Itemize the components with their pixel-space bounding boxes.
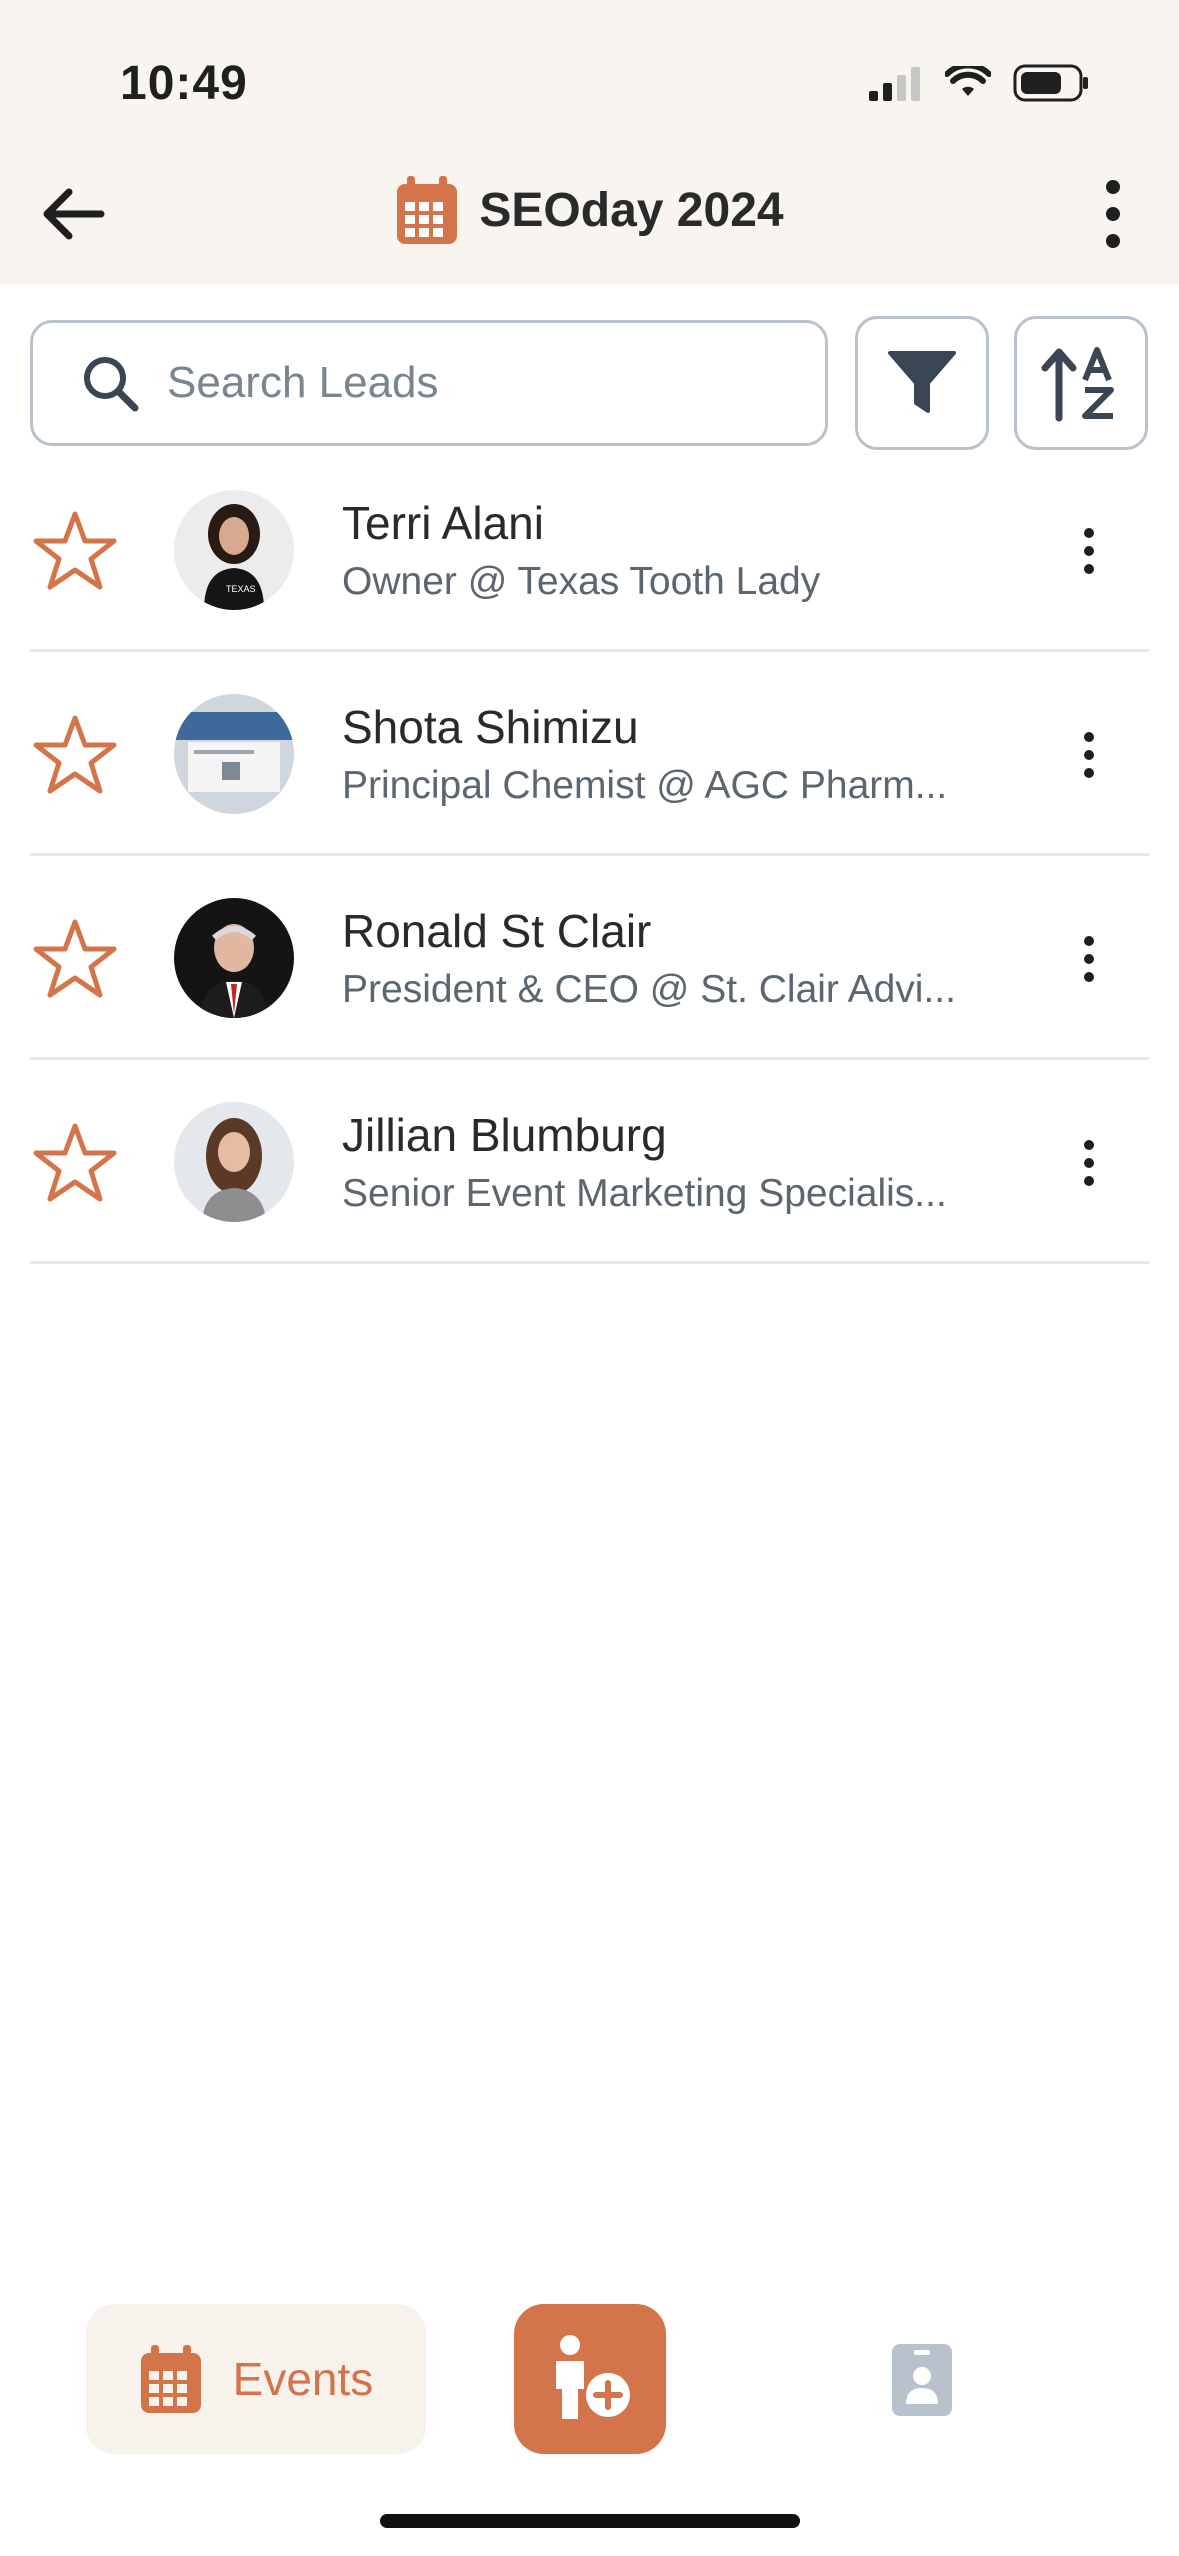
star-outline-icon[interactable]	[32, 712, 118, 798]
search-icon	[84, 357, 139, 412]
calendar-icon	[397, 176, 458, 244]
add-person-icon	[556, 2335, 630, 2419]
status-icons	[867, 64, 1089, 102]
avatar: TEXAS	[174, 490, 294, 610]
avatar	[174, 1102, 294, 1222]
list-item[interactable]: Ronald St Clair President & CEO @ St. Cl…	[30, 856, 1149, 1060]
filter-icon	[888, 351, 956, 413]
star-outline-icon[interactable]	[32, 1120, 118, 1206]
calendar-icon	[140, 2345, 201, 2413]
home-indicator	[380, 2514, 800, 2528]
top-bar: 10:49 SEOday 2024	[0, 0, 1179, 284]
tab-events-label: Events	[232, 2353, 374, 2405]
sort-az-icon	[1041, 347, 1114, 422]
star-outline-icon[interactable]	[32, 916, 118, 1002]
wifi-icon	[945, 66, 991, 96]
search-box[interactable]	[30, 320, 828, 446]
avatar	[174, 898, 294, 1018]
lead-name: Shota Shimizu	[342, 701, 639, 753]
row-more-button[interactable]	[1069, 710, 1109, 800]
star-outline-icon[interactable]	[32, 508, 118, 594]
filter-button[interactable]	[855, 316, 989, 450]
row-more-button[interactable]	[1069, 1118, 1109, 1208]
list-item[interactable]: Shota Shimizu Principal Chemist @ AGC Ph…	[30, 652, 1149, 856]
list-item[interactable]: Jillian Blumburg Senior Event Marketing …	[30, 1060, 1149, 1264]
list-item[interactable]: TEXAS Terri Alani Owner @ Texas Tooth La…	[30, 448, 1149, 652]
svg-text:TEXAS: TEXAS	[226, 584, 256, 594]
header-more-button[interactable]	[1083, 176, 1143, 252]
lead-name: Terri Alani	[342, 497, 544, 549]
status-time: 10:49	[120, 57, 248, 110]
tab-events[interactable]: Events	[86, 2304, 426, 2454]
leads-list: TEXAS Terri Alani Owner @ Texas Tooth La…	[30, 448, 1149, 1264]
lead-subtitle: Owner @ Texas Tooth Lady	[342, 560, 821, 603]
lead-subtitle: President & CEO @ St. Clair Advi...	[342, 968, 956, 1011]
lead-name: Jillian Blumburg	[342, 1109, 667, 1161]
bottom-nav: Events	[0, 2290, 1179, 2460]
avatar	[174, 694, 294, 814]
search-input[interactable]	[165, 357, 769, 409]
row-more-button[interactable]	[1069, 914, 1109, 1004]
page-title-wrap: SEOday 2024	[0, 174, 1179, 246]
tab-contacts[interactable]	[890, 2342, 956, 2418]
more-vertical-icon	[1084, 528, 1094, 574]
add-lead-button[interactable]	[514, 2304, 666, 2454]
more-vertical-icon	[1084, 732, 1094, 778]
row-more-button[interactable]	[1069, 506, 1109, 596]
more-vertical-icon	[1084, 936, 1094, 982]
more-vertical-icon	[1106, 180, 1120, 248]
lead-subtitle: Senior Event Marketing Specialis...	[342, 1172, 947, 1215]
sort-button[interactable]	[1014, 316, 1148, 450]
more-vertical-icon	[1084, 1140, 1094, 1186]
contact-card-icon	[892, 2344, 952, 2416]
battery-icon	[1013, 64, 1088, 102]
signal-icon	[869, 67, 920, 101]
lead-subtitle: Principal Chemist @ AGC Pharm...	[342, 764, 948, 807]
page-title: SEOday 2024	[479, 183, 784, 237]
lead-name: Ronald St Clair	[342, 905, 652, 957]
